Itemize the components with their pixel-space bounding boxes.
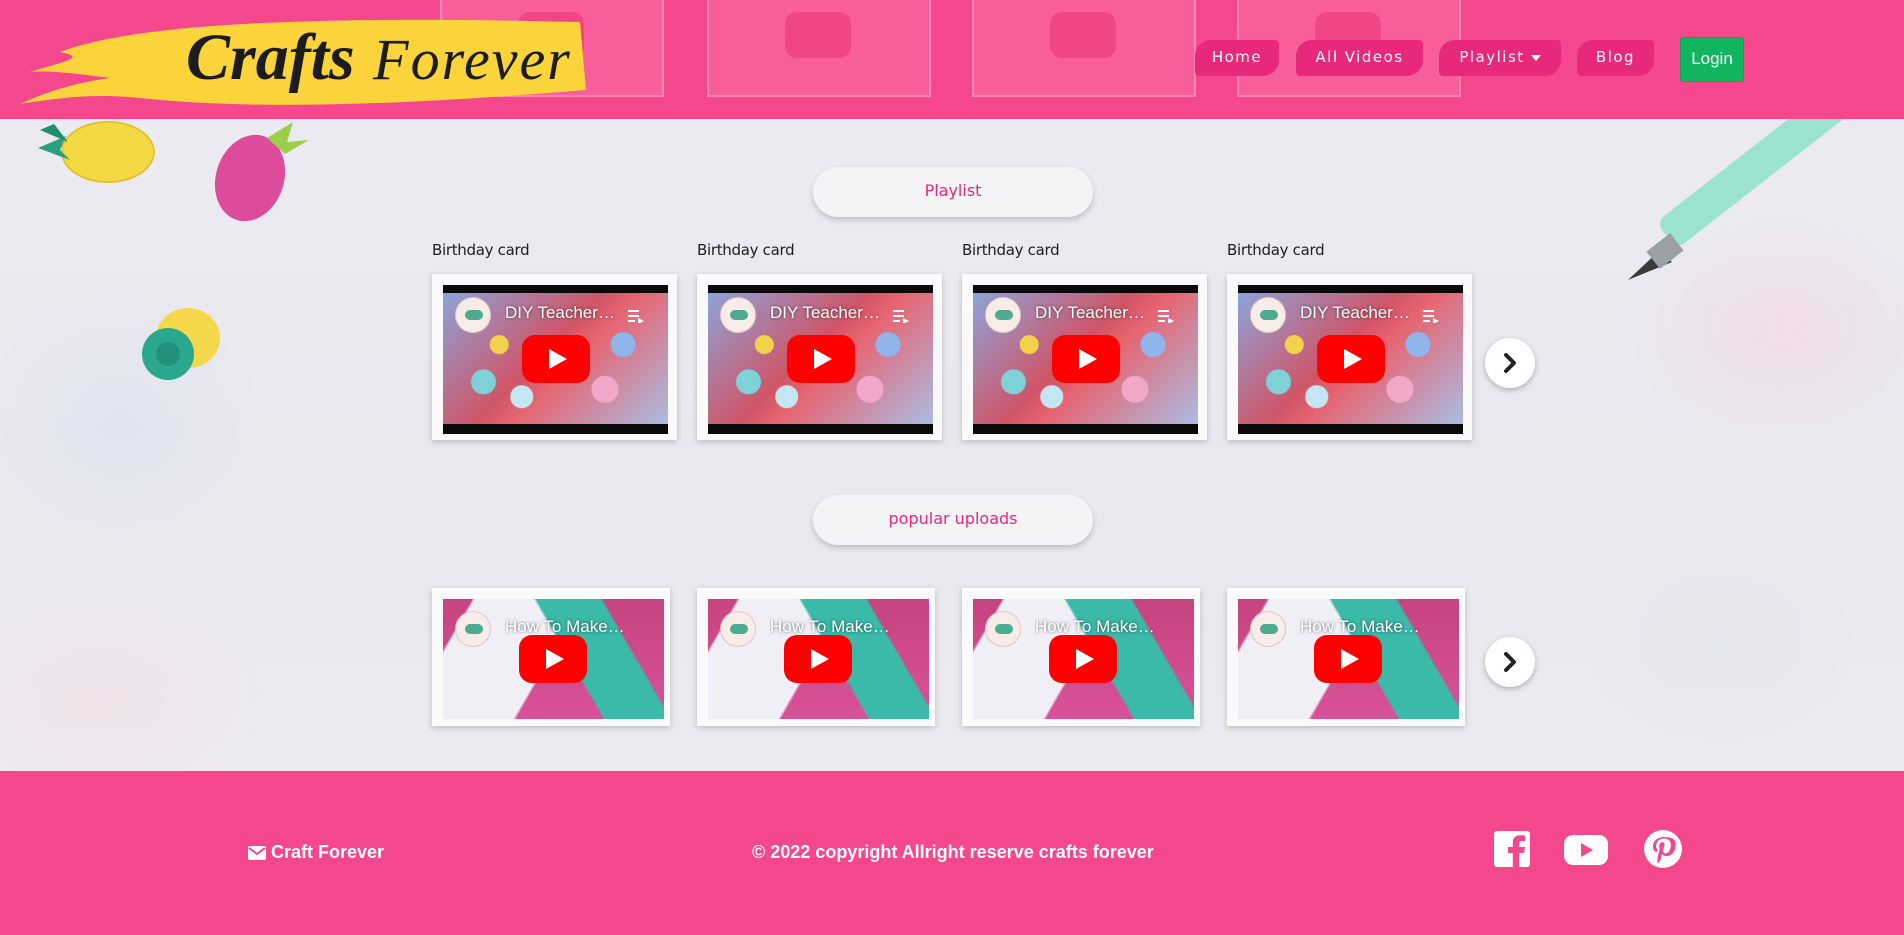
channel-avatar[interactable] — [1250, 297, 1286, 333]
site-logo[interactable]: Crafts Forever — [186, 20, 572, 96]
playlist-icon — [628, 310, 644, 323]
card-title: Birthday card — [962, 241, 1060, 259]
nav-playlist-dropdown[interactable]: Playlist — [1439, 40, 1561, 76]
channel-avatar[interactable] — [985, 611, 1021, 647]
chevron-right-icon — [1504, 353, 1516, 373]
play-button-icon[interactable] — [519, 635, 587, 683]
nav-home[interactable]: Home — [1195, 40, 1279, 76]
popular-card: How To Make A... — [1227, 588, 1465, 726]
logo-word-forever: Forever — [373, 27, 572, 92]
video-embed[interactable]: How To Make A... — [1238, 599, 1459, 719]
video-embed[interactable]: DIY Teacher's Day Card — [443, 285, 668, 434]
video-title[interactable]: How To Make A... — [1300, 617, 1420, 637]
channel-avatar[interactable] — [720, 611, 756, 647]
playlist-card: DIY Teacher's Day Card — [432, 274, 677, 440]
site-header: Crafts Forever Home All Videos Playlist … — [0, 0, 1904, 119]
card-title: Birthday card — [1227, 241, 1325, 259]
play-button-icon[interactable] — [784, 635, 852, 683]
popular-card: How To Make A... — [697, 588, 935, 726]
video-embed[interactable]: How To Make A... — [708, 599, 929, 719]
header-ghost-thumbnail — [707, 0, 931, 97]
channel-avatar[interactable] — [1250, 611, 1286, 647]
popular-card: How To Make A... — [962, 588, 1200, 726]
playlist-icon — [1158, 310, 1174, 323]
playlist-card: DIY Teacher's Day Card — [1227, 274, 1472, 440]
popular-card: How To Make A... — [432, 588, 670, 726]
nav-blog[interactable]: Blog — [1577, 40, 1654, 76]
channel-avatar[interactable] — [985, 297, 1021, 333]
carousel-next-button[interactable] — [1485, 338, 1535, 388]
card-title: Birthday card — [432, 241, 530, 259]
video-title[interactable]: How To Make A... — [505, 617, 625, 637]
pink-pineapple-eraser-icon — [214, 122, 309, 222]
nav-all-videos-label: All Videos — [1315, 48, 1404, 66]
envelope-icon — [248, 845, 266, 860]
caret-down-icon — [1530, 54, 1541, 61]
logo-word-crafts: Crafts — [186, 21, 355, 94]
carousel-next-button[interactable] — [1485, 637, 1535, 687]
header-ghost-thumbnail — [972, 0, 1196, 97]
youtube-icon[interactable] — [1564, 835, 1608, 865]
footer-brand-label: Craft Forever — [271, 842, 385, 862]
playlist-card: DIY Teacher's Day Card — [962, 274, 1207, 440]
nav-home-label: Home — [1211, 48, 1263, 66]
video-title[interactable]: DIY Teacher's Day Card — [505, 303, 615, 323]
playlist-icon — [893, 310, 909, 323]
video-embed[interactable]: DIY Teacher's Day Card — [1238, 285, 1463, 434]
channel-avatar[interactable] — [455, 611, 491, 647]
card-title: Birthday card — [697, 241, 795, 259]
play-button-icon[interactable] — [1314, 635, 1382, 683]
video-embed[interactable]: How To Make A... — [443, 599, 664, 719]
site-footer: Craft Forever © 2022 copyright Allright … — [0, 771, 1904, 935]
pen-decoration — [1628, 90, 1855, 280]
nav-playlist-label: Playlist — [1459, 48, 1525, 66]
facebook-icon[interactable] — [1494, 831, 1530, 867]
playlist-icon — [1423, 310, 1439, 323]
video-title[interactable]: How To Make A... — [1035, 617, 1155, 637]
play-button-icon[interactable] — [1049, 635, 1117, 683]
nav-blog-label: Blog — [1595, 48, 1636, 66]
nav-all-videos[interactable]: All Videos — [1296, 40, 1423, 76]
channel-avatar[interactable] — [455, 297, 491, 333]
video-embed[interactable]: How To Make A... — [973, 599, 1194, 719]
play-button-icon[interactable] — [522, 335, 590, 383]
section-heading-popular-uploads: popular uploads — [813, 495, 1093, 545]
video-title[interactable]: How To Make A... — [770, 617, 890, 637]
video-embed[interactable]: DIY Teacher's Day Card — [708, 285, 933, 434]
play-button-icon[interactable] — [787, 335, 855, 383]
video-title[interactable]: DIY Teacher's Day Card — [770, 303, 880, 323]
login-button[interactable]: Login — [1680, 37, 1744, 82]
play-button-icon[interactable] — [1052, 335, 1120, 383]
video-embed[interactable]: DIY Teacher's Day Card — [973, 285, 1198, 434]
yellow-green-eraser-icon — [142, 308, 220, 380]
pinterest-icon[interactable] — [1644, 830, 1682, 868]
footer-brand[interactable]: Craft Forever — [248, 842, 384, 863]
video-title[interactable]: DIY Teacher's Day Card — [1300, 303, 1410, 323]
section-heading-playlist: Playlist — [813, 167, 1093, 217]
yellow-pineapple-eraser-icon — [38, 121, 155, 183]
video-title[interactable]: DIY Teacher's Day Card — [1035, 303, 1145, 323]
playlist-card: DIY Teacher's Day Card — [697, 274, 942, 440]
play-button-icon[interactable] — [1317, 335, 1385, 383]
channel-avatar[interactable] — [720, 297, 756, 333]
chevron-right-icon — [1504, 652, 1516, 672]
footer-copyright: © 2022 copyright Allright reserve crafts… — [752, 842, 1154, 862]
